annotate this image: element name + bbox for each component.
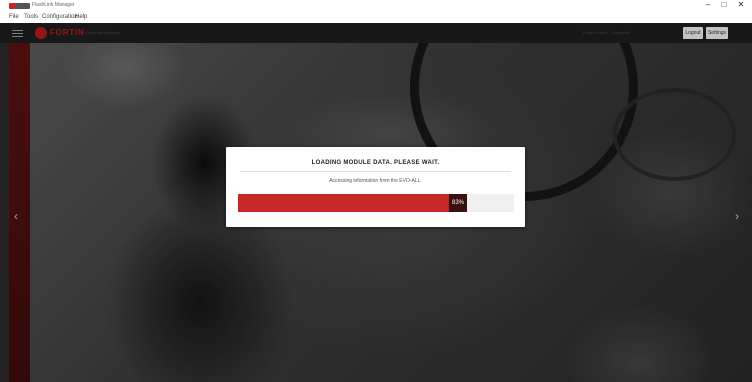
menu-help[interactable]: Help — [75, 13, 87, 21]
minimize-button[interactable]: – — [700, 0, 716, 11]
menu-configuration[interactable]: Configuration — [42, 13, 78, 21]
window-titlebar: FlashLink Manager – □ ✕ — [0, 0, 752, 11]
window-title: FlashLink Manager — [32, 2, 75, 8]
dialog-message: Accessing information from the EVO-ALL. — [329, 178, 422, 184]
loading-dialog: LOADING MODULE DATA. PLEASE WAIT. Access… — [226, 147, 525, 227]
progress-bar: 83% — [238, 194, 514, 212]
maximize-button[interactable]: □ — [716, 0, 732, 11]
menu-file[interactable]: File — [9, 13, 19, 21]
menu-tools[interactable]: Tools — [24, 13, 38, 21]
app-logo-icon — [9, 3, 30, 9]
dialog-title: LOADING MODULE DATA. PLEASE WAIT. — [311, 160, 440, 166]
progress-fill — [238, 194, 449, 212]
dialog-divider — [240, 171, 511, 172]
menu-bar: File Tools Configuration Help — [0, 11, 752, 23]
progress-percent: 83% — [449, 194, 467, 212]
close-button[interactable]: ✕ — [733, 0, 749, 11]
